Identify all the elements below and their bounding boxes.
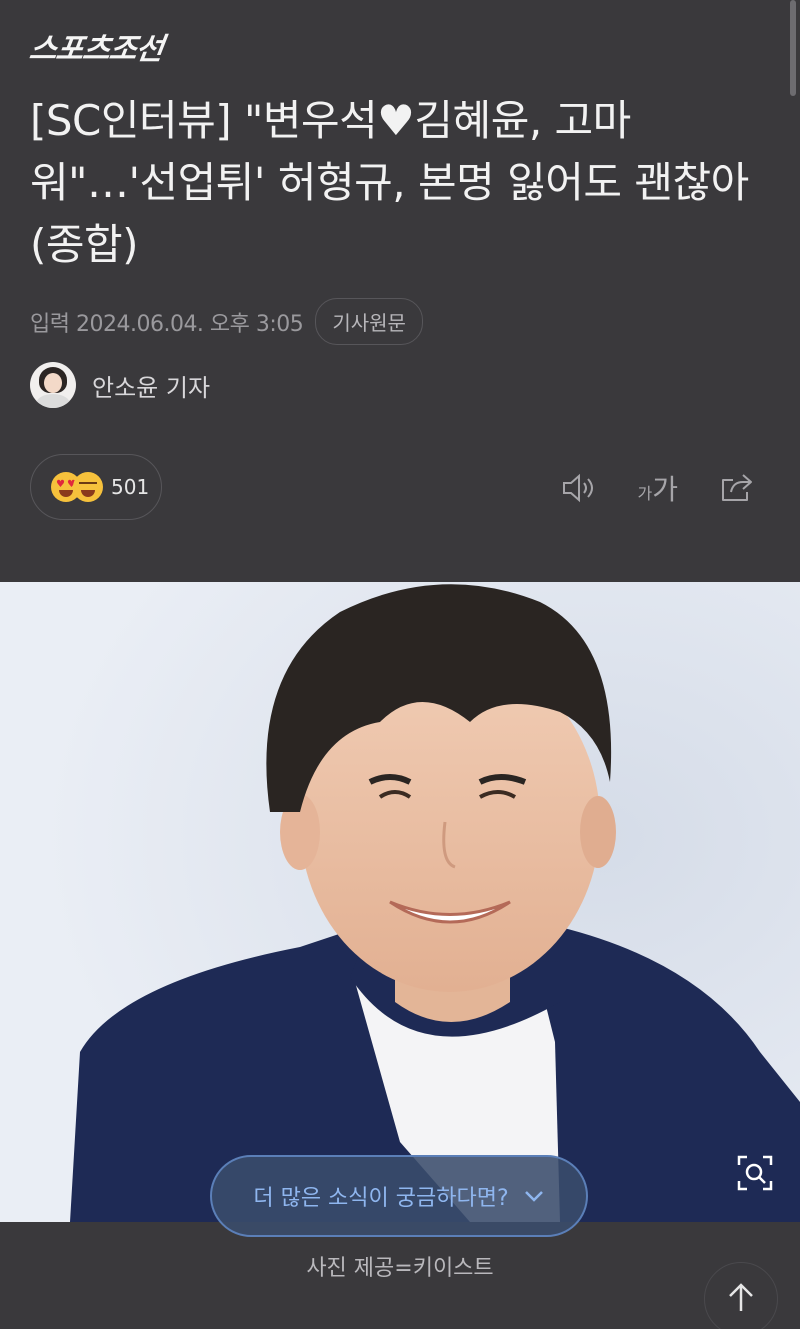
reaction-button[interactable]: ♥ ♥ 501 xyxy=(30,454,162,520)
reporter[interactable]: 안소윤 기자 xyxy=(30,362,210,408)
share-icon[interactable] xyxy=(718,469,756,507)
article-title: [SC인터뷰] "변우석♥김혜윤, 고마워"…'선업튀' 허형규, 본명 잃어도… xyxy=(30,96,749,269)
avatar xyxy=(30,362,76,408)
more-news-label: 더 많은 소식이 궁금하다면? xyxy=(253,1186,509,1211)
zoom-icon[interactable] xyxy=(732,1150,778,1196)
article-tools: 가가 xyxy=(560,468,757,508)
arrow-up-icon xyxy=(726,1281,756,1317)
portrait-image xyxy=(0,582,800,1222)
brand-logo[interactable]: 스포츠조선 xyxy=(27,24,166,68)
meta-row: 입력 2024.06.04. 오후 3:05 기사원문 xyxy=(30,298,423,345)
photo-caption: 사진 제공=키이스트 xyxy=(306,1256,494,1281)
reaction-count: 501 xyxy=(111,475,150,499)
chevron-down-icon xyxy=(523,1184,545,1209)
publish-date: 입력 2024.06.04. 오후 3:05 xyxy=(30,311,304,337)
more-news-button[interactable]: 더 많은 소식이 궁금하다면? xyxy=(210,1155,588,1237)
smile-emoji-icon xyxy=(73,472,103,502)
article-page: 스포츠조선 [SC인터뷰] "변우석♥김혜윤, 고마워"…'선업튀' 허형규, … xyxy=(0,0,800,1329)
font-size-icon[interactable]: 가가 xyxy=(638,468,679,508)
scroll-indicator[interactable] xyxy=(790,0,796,96)
speaker-icon[interactable] xyxy=(560,469,598,507)
scroll-to-top-button[interactable] xyxy=(704,1262,778,1329)
original-article-button[interactable]: 기사원문 xyxy=(315,298,423,345)
reporter-name[interactable]: 안소윤 기자 xyxy=(92,368,210,403)
article-photo[interactable] xyxy=(0,582,800,1222)
